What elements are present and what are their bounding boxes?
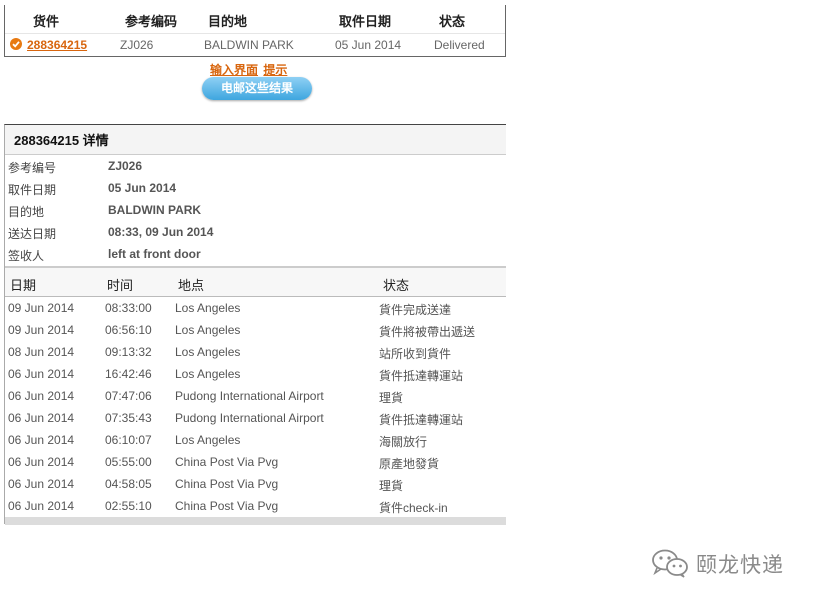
event-date: 09 Jun 2014: [8, 323, 75, 337]
event-row: 06 Jun 2014 16:42:46 Los Angeles 貨件抵達轉運站: [5, 363, 506, 385]
check-icon: [10, 38, 22, 50]
info-label: 参考编号: [8, 161, 57, 175]
event-date: 06 Jun 2014: [8, 367, 75, 381]
event-time: 05:55:00: [105, 455, 152, 469]
header-reference: 参考编码: [125, 14, 178, 29]
event-date: 06 Jun 2014: [8, 455, 75, 469]
event-row: 06 Jun 2014 04:58:05 China Post Via Pvg …: [5, 473, 506, 495]
event-date: 06 Jun 2014: [8, 389, 75, 403]
info-row-reference: 参考编号 ZJ026: [5, 156, 506, 178]
brand-name: 颐龙快递: [696, 554, 784, 577]
event-time: 09:13:32: [105, 345, 152, 359]
event-time: 02:55:10: [105, 499, 152, 513]
event-status: 貨件將被帶出遞送: [379, 325, 476, 339]
event-time: 08:33:00: [105, 301, 152, 315]
event-time: 16:42:46: [105, 367, 152, 381]
details-footer-bar: [5, 517, 506, 525]
event-location: China Post Via Pvg: [175, 499, 279, 513]
event-location: Los Angeles: [175, 367, 241, 381]
event-location: Los Angeles: [175, 301, 241, 315]
tips-link[interactable]: 提示: [263, 63, 287, 77]
header-destination: 目的地: [208, 14, 248, 29]
info-value: left at front door: [108, 247, 201, 261]
event-row: 08 Jun 2014 09:13:32 Los Angeles 站所收到貨件: [5, 341, 506, 363]
event-time: 07:47:06: [105, 389, 152, 403]
event-status: 站所收到貨件: [379, 347, 452, 361]
info-row-destination: 目的地 BALDWIN PARK: [5, 200, 506, 222]
event-row: 06 Jun 2014 07:35:43 Pudong Internationa…: [5, 407, 506, 429]
status-value: Delivered: [434, 38, 485, 52]
header-location: 地点: [178, 278, 205, 293]
event-row: 06 Jun 2014 06:10:07 Los Angeles 海關放行: [5, 429, 506, 451]
event-time: 06:56:10: [105, 323, 152, 337]
event-status: 貨件完成送達: [379, 303, 452, 317]
events-header-row: 日期 时间 地点 状态: [5, 266, 506, 297]
wechat-icon: [652, 549, 688, 578]
event-date: 06 Jun 2014: [8, 433, 75, 447]
info-value: 05 Jun 2014: [108, 181, 177, 195]
event-status: 貨件抵達轉運站: [379, 369, 464, 383]
action-links: 输入界面 提示: [210, 61, 287, 78]
event-status: 海關放行: [379, 435, 428, 449]
event-row: 06 Jun 2014 05:55:00 China Post Via Pvg …: [5, 451, 506, 473]
event-date: 06 Jun 2014: [8, 477, 75, 491]
event-time: 06:10:07: [105, 433, 152, 447]
info-row-delivery-date: 送达日期 08:33, 09 Jun 2014: [5, 222, 506, 244]
tracking-number-link[interactable]: 288364215: [27, 38, 87, 52]
event-date: 09 Jun 2014: [8, 301, 75, 315]
pickup-date-value: 05 Jun 2014: [335, 38, 402, 52]
event-row: 09 Jun 2014 08:33:00 Los Angeles 貨件完成送達: [5, 297, 506, 319]
event-time: 04:58:05: [105, 477, 152, 491]
info-label: 取件日期: [8, 183, 57, 197]
details-title: 288364215 详情: [5, 125, 506, 155]
event-row: 06 Jun 2014 07:47:06 Pudong Internationa…: [5, 385, 506, 407]
event-status: 理貨: [379, 391, 404, 405]
event-status: 貨件抵達轉運站: [379, 413, 464, 427]
shipment-details-panel: 288364215 详情 参考编号 ZJ026 取件日期 05 Jun 2014…: [4, 124, 506, 525]
event-date: 06 Jun 2014: [8, 411, 75, 425]
event-date: 08 Jun 2014: [8, 345, 75, 359]
shipment-summary-table: 货件 参考编码 目的地 取件日期 状态 288364215 ZJ026 BALD…: [4, 5, 506, 57]
event-status: 原產地發貨: [379, 457, 440, 471]
header-time: 时间: [107, 278, 134, 293]
event-time: 07:35:43: [105, 411, 152, 425]
event-date: 06 Jun 2014: [8, 499, 75, 513]
info-value: 08:33, 09 Jun 2014: [108, 225, 214, 239]
event-location: Los Angeles: [175, 433, 241, 447]
email-results-button[interactable]: 电邮这些结果: [202, 77, 312, 100]
event-location: China Post Via Pvg: [175, 477, 279, 491]
info-label: 签收人: [8, 249, 45, 263]
event-row: 09 Jun 2014 06:56:10 Los Angeles 貨件將被帶出遞…: [5, 319, 506, 341]
info-row-signed-by: 签收人 left at front door: [5, 244, 506, 266]
input-view-link[interactable]: 输入界面: [210, 63, 258, 77]
header-status: 状态: [439, 14, 466, 29]
header-pickup-date: 取件日期: [339, 14, 392, 29]
info-label: 目的地: [8, 205, 45, 219]
event-location: Pudong International Airport: [175, 411, 324, 425]
destination-value: BALDWIN PARK: [204, 38, 294, 52]
info-value: BALDWIN PARK: [108, 203, 202, 217]
event-location: Los Angeles: [175, 345, 241, 359]
header-event-status: 状态: [383, 278, 410, 293]
event-location: Pudong International Airport: [175, 389, 324, 403]
header-date: 日期: [10, 278, 37, 293]
event-location: China Post Via Pvg: [175, 455, 279, 469]
header-shipment: 货件: [33, 14, 60, 29]
summary-header-row: 货件 参考编码 目的地 取件日期 状态: [5, 5, 505, 33]
info-value: ZJ026: [108, 159, 143, 173]
event-row: 06 Jun 2014 02:55:10 China Post Via Pvg …: [5, 495, 506, 517]
info-label: 送达日期: [8, 227, 57, 241]
reference-value: ZJ026: [120, 38, 154, 52]
event-status: 理貨: [379, 479, 404, 493]
event-location: Los Angeles: [175, 323, 241, 337]
info-row-pickup-date: 取件日期 05 Jun 2014: [5, 178, 506, 200]
event-status: 貨件check-in: [379, 501, 448, 515]
summary-row: 288364215 ZJ026 BALDWIN PARK 05 Jun 2014…: [5, 33, 505, 57]
